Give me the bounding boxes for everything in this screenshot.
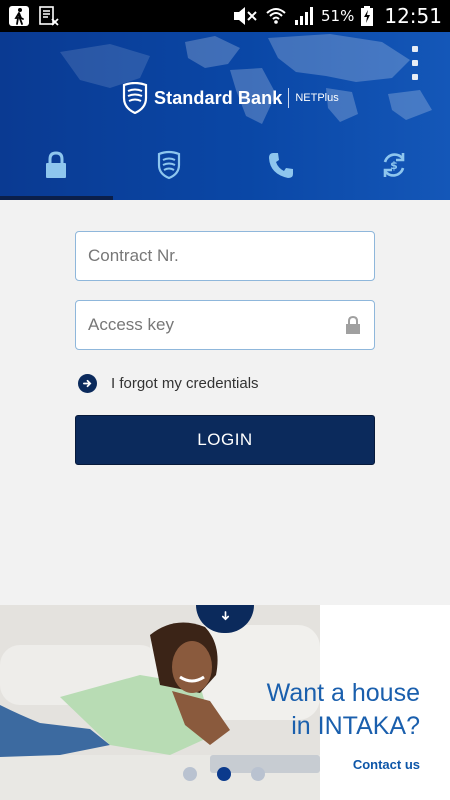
access-key-input[interactable]	[88, 315, 344, 335]
carousel-dot[interactable]	[251, 767, 265, 781]
tab-bank[interactable]	[113, 130, 226, 200]
promo-headline: Want a house in INTAKA?	[267, 677, 420, 743]
signal-icon	[293, 5, 315, 27]
brand-name: Standard Bank	[154, 87, 283, 108]
product-name: NETPlus	[295, 92, 339, 104]
promo-banner[interactable]: Want a house in INTAKA? Contact us	[0, 605, 450, 800]
status-left-icons	[8, 5, 60, 27]
svg-text:$: $	[390, 159, 398, 172]
access-key-field[interactable]	[75, 300, 375, 350]
battery-charging-icon	[360, 5, 374, 27]
notification-icon	[38, 5, 60, 27]
forgot-credentials-link[interactable]: I forgot my credentials	[78, 374, 259, 393]
battery-percent: 51%	[321, 7, 355, 25]
status-bar: 51% 12:51	[0, 0, 450, 32]
standard-bank-logo: Standard Bank NETPlus	[122, 82, 339, 114]
mute-icon	[231, 5, 259, 27]
arrow-right-circle-icon	[78, 374, 97, 393]
status-time: 12:51	[384, 4, 442, 28]
logo-divider	[288, 88, 290, 108]
tab-contact[interactable]	[225, 130, 338, 200]
bank-shield-logo-icon	[122, 82, 148, 114]
bank-shield-icon	[157, 150, 180, 180]
carousel-pager	[183, 767, 265, 781]
contract-number-field[interactable]	[75, 231, 375, 281]
promo-headline-line1: Want a house	[266, 679, 420, 707]
contract-number-input[interactable]	[88, 246, 362, 266]
phone-icon	[269, 153, 294, 178]
status-right-icons: 51% 12:51	[231, 0, 442, 32]
tab-exchange[interactable]: $	[338, 130, 450, 200]
tab-login[interactable]	[0, 130, 113, 200]
login-button[interactable]: LOGIN	[75, 415, 375, 465]
contact-us-link[interactable]: Contact us	[353, 757, 420, 772]
overflow-menu-icon[interactable]	[406, 46, 424, 80]
arrow-down-icon	[221, 611, 229, 621]
carousel-dot[interactable]	[183, 767, 197, 781]
carousel-dot-active[interactable]	[217, 767, 231, 781]
wifi-icon	[265, 5, 287, 27]
lock-icon	[346, 315, 360, 334]
lock-icon	[46, 151, 67, 178]
person-walking-icon	[8, 5, 30, 27]
currency-exchange-icon: $	[383, 153, 405, 177]
promo-headline-line2: in INTAKA?	[291, 712, 420, 740]
app-header: Standard Bank NETPlus $	[0, 32, 450, 200]
forgot-credentials-label: I forgot my credentials	[111, 375, 259, 392]
tab-bar: $	[0, 130, 450, 200]
